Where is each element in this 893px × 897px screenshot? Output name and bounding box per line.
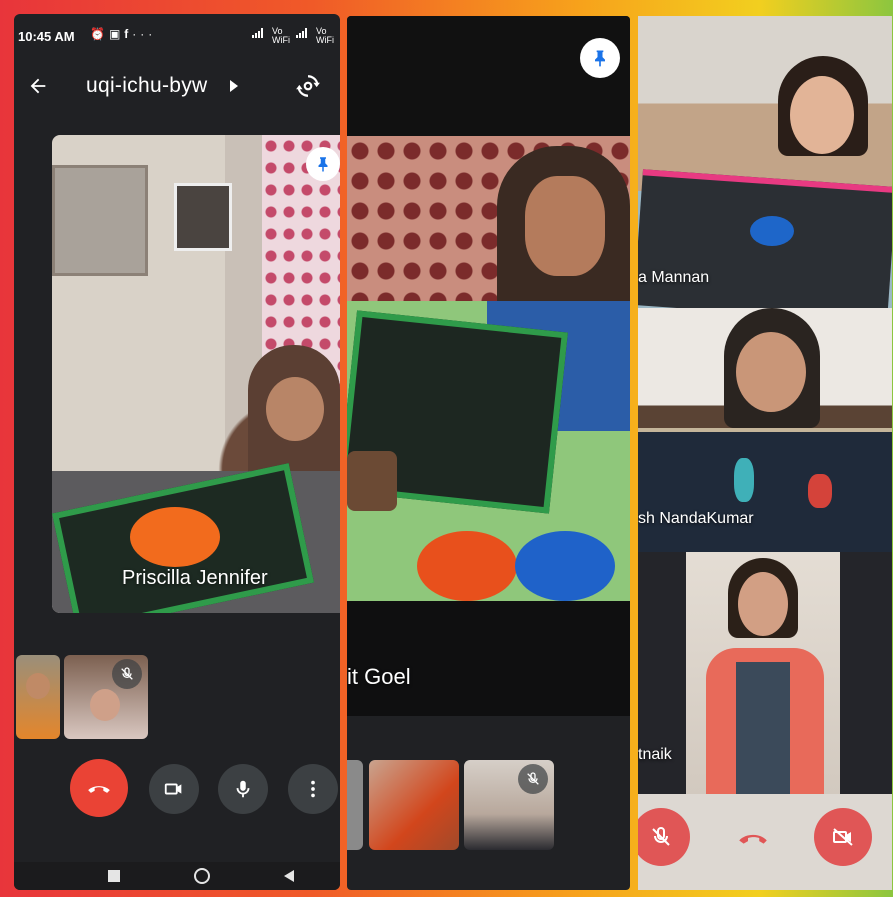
- more-icon: ···: [132, 27, 157, 41]
- meet-screen-3: a Mannan sh NandaKumar tnaik: [638, 16, 892, 890]
- participant-name: it Goel: [347, 664, 411, 689]
- video-bottom-letterbox: [347, 601, 630, 716]
- teacher-top: [736, 662, 790, 794]
- signal-icon: [296, 28, 310, 38]
- clay-tortoise: [750, 216, 794, 246]
- main-video-feed: [347, 136, 630, 301]
- mic-off-icon: [112, 659, 142, 689]
- teacher-face: [738, 572, 788, 636]
- signal-icon: [252, 28, 266, 38]
- participant-name: tnaik: [638, 746, 672, 763]
- participant-thumbnail[interactable]: [369, 760, 459, 850]
- child-face: [736, 332, 806, 412]
- wifi-label: Vo WiFi: [272, 26, 290, 45]
- end-call-button[interactable]: [70, 759, 128, 817]
- blue-clay-lid: [515, 531, 615, 601]
- wifi-label: Vo WiFi: [316, 26, 334, 45]
- back-arrow-icon[interactable]: [20, 68, 56, 104]
- main-video-feed: Priscilla Jennifer: [52, 135, 340, 613]
- microphone-button[interactable]: [218, 764, 268, 814]
- teacher-video: [686, 552, 840, 794]
- camera-button[interactable]: [149, 764, 199, 814]
- participant-tile[interactable]: a Mannan: [638, 16, 892, 308]
- wall-shelf: [52, 165, 148, 276]
- child-face: [266, 377, 324, 441]
- participant-thumbnail[interactable]: [64, 655, 148, 739]
- participant-thumbnail[interactable]: [16, 655, 60, 739]
- participant-name: a Mannan: [638, 269, 710, 286]
- clay-flower: [130, 507, 220, 567]
- clay-tree: [808, 474, 832, 508]
- clay-cup: [347, 451, 397, 511]
- participant-name: Priscilla Jennifer: [122, 567, 268, 589]
- caret-right-icon[interactable]: [224, 68, 244, 104]
- status-bar: 10:45 AM ⏰▣f··· Vo WiFi Vo WiFi: [14, 14, 340, 54]
- participant-tile[interactable]: tnaik: [638, 552, 892, 794]
- more-options-button[interactable]: [288, 764, 338, 814]
- android-nav-bar: [14, 862, 340, 890]
- meet-screen-1: 10:45 AM ⏰▣f··· Vo WiFi Vo WiFi uqi-ichu…: [14, 14, 340, 890]
- child-face: [790, 76, 854, 154]
- recents-icon[interactable]: [108, 870, 120, 882]
- video-top-letterbox: [347, 16, 630, 136]
- meeting-header: uqi-ichu-byw: [14, 66, 340, 106]
- mic-off-icon: [518, 764, 548, 794]
- participant-name: sh NandaKumar: [638, 510, 754, 527]
- switch-camera-icon[interactable]: [290, 68, 326, 104]
- participant-thumbnail[interactable]: [464, 760, 554, 850]
- clay-tree: [734, 458, 754, 502]
- alarm-icon: ⏰: [90, 27, 109, 41]
- participant-tile[interactable]: sh NandaKumar: [638, 308, 892, 552]
- participant-thumbnail[interactable]: [347, 760, 363, 850]
- pin-button[interactable]: [580, 38, 620, 78]
- controls-bar: [638, 794, 892, 890]
- end-call-icon[interactable]: [738, 830, 768, 846]
- meet-screen-2: it Goel: [347, 16, 630, 890]
- back-icon[interactable]: [282, 869, 296, 883]
- table-surface: [347, 301, 630, 601]
- message-icon: ▣: [108, 27, 125, 41]
- avatar: [90, 689, 120, 721]
- home-icon[interactable]: [194, 868, 210, 884]
- status-time: 10:45 AM: [18, 29, 75, 44]
- craft-board: [638, 428, 892, 552]
- avatar: [26, 673, 50, 699]
- camera-off-button[interactable]: [814, 808, 872, 866]
- network-indicators: Vo WiFi Vo WiFi: [252, 27, 334, 45]
- meeting-code[interactable]: uqi-ichu-byw: [86, 74, 207, 98]
- notification-icons: ⏰▣f···: [90, 27, 156, 41]
- child-face: [525, 176, 605, 276]
- mic-off-button[interactable]: [638, 808, 690, 866]
- orange-clay-lid: [417, 531, 517, 601]
- wall-photo: [174, 183, 232, 251]
- pin-button[interactable]: [306, 147, 340, 181]
